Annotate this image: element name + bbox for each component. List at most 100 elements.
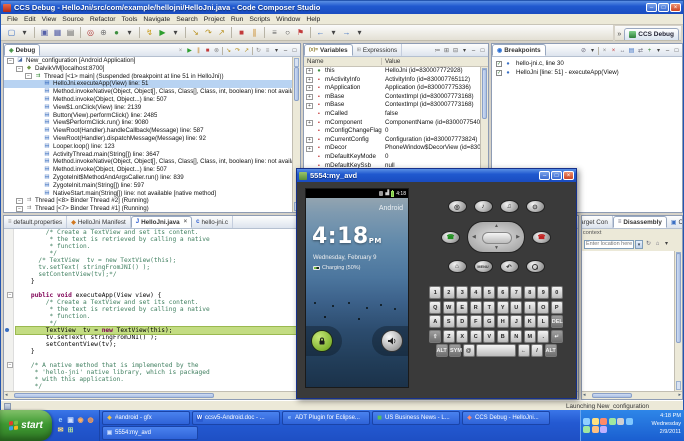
display-tray-icon[interactable] xyxy=(600,426,607,434)
variable-row[interactable]: + ▪ mBase ContextImpl (id=830007773168) xyxy=(304,101,488,110)
battery-tray-icon[interactable] xyxy=(583,426,590,434)
go-to-file-icon[interactable]: ▤ xyxy=(627,46,636,56)
minimize-view-icon[interactable]: – xyxy=(663,46,672,56)
drop-to-frame-icon[interactable]: ↻ xyxy=(254,46,263,56)
step-return-icon[interactable]: ↗ xyxy=(216,27,228,39)
volume-tray-icon[interactable] xyxy=(591,417,599,425)
tree-expander-icon[interactable]: + xyxy=(306,119,313,126)
debug-stack-item[interactable]: ▤ View$1.onClick(View) line: 2139 xyxy=(4,104,292,112)
scrollbar-thumb[interactable] xyxy=(676,253,681,343)
key-z[interactable]: Z xyxy=(442,329,455,343)
disassembly-hscrollbar[interactable] xyxy=(582,391,682,399)
menu-view[interactable]: View xyxy=(39,16,60,23)
speaker-icon[interactable] xyxy=(381,330,403,352)
minimize-button[interactable]: – xyxy=(539,171,550,180)
tree-expander-icon[interactable]: − xyxy=(7,57,14,64)
back-dropdown-icon[interactable]: ▾ xyxy=(328,27,340,39)
key-alt-right[interactable]: ALT xyxy=(544,344,557,357)
terminate-icon[interactable]: ■ xyxy=(236,27,248,39)
key-1[interactable]: 1 xyxy=(429,286,442,299)
tree-expander-icon[interactable]: + xyxy=(306,94,313,101)
key-9[interactable]: 9 xyxy=(537,286,550,299)
tree-expander-icon[interactable]: − xyxy=(16,65,23,72)
view-menu-icon[interactable]: ▾ xyxy=(272,46,281,56)
menu-file[interactable]: File xyxy=(4,16,21,23)
gutter-cell[interactable] xyxy=(4,257,13,264)
maximize-button[interactable]: □ xyxy=(658,3,669,12)
editor-tab-hello-jni-c[interactable]: c hello-jni.c xyxy=(192,216,234,228)
debug-stack-item[interactable]: − ⇉ Thread [<8> Binder Thread #2] (Running… xyxy=(4,197,292,205)
debug-stack-item[interactable]: ▤ ActivityThread.main(String[]) line: 364… xyxy=(4,151,292,159)
volume-up-button[interactable]: ♫ xyxy=(499,200,519,213)
maximize-view-icon[interactable]: □ xyxy=(290,46,299,56)
variable-row[interactable]: + ▪ mActivityInfo ActivityInfo (id=83000776… xyxy=(304,76,488,85)
sync-tray-icon[interactable] xyxy=(591,426,599,434)
messenger-tray-icon[interactable] xyxy=(625,417,633,425)
gutter-cell[interactable] xyxy=(4,369,13,376)
link-with-debug-icon[interactable]: ⇄ xyxy=(636,46,645,56)
key-u[interactable]: U xyxy=(510,300,523,314)
debug-stack-item[interactable]: − ⇉ Thread [<7> Binder Thread #1] (Running… xyxy=(4,205,292,212)
view-menu-icon[interactable]: ▾ xyxy=(662,239,671,249)
dpad[interactable]: ▲ ▼ ◀ ▶ xyxy=(467,221,525,253)
gutter-cell[interactable] xyxy=(4,306,13,313)
taskbar-button[interactable]: ◼ US Business News - L... xyxy=(372,411,460,425)
debug-dropdown-icon[interactable]: ▾ xyxy=(124,27,136,39)
variable-row[interactable]: + ▪ mCurrentConfig Configuration (id=830007… xyxy=(304,136,488,145)
show-desktop-icon[interactable]: ▣ xyxy=(66,416,75,425)
phone-screen[interactable]: ▟ 4:18 Android 4:18PM Wednesday, Februar… xyxy=(305,188,409,388)
gutter-cell[interactable] xyxy=(4,348,13,355)
scrollbar-thumb[interactable] xyxy=(592,393,632,398)
home-button[interactable]: ⌂ xyxy=(447,260,467,273)
key-o[interactable]: O xyxy=(537,300,550,314)
breakpoint-checkbox[interactable]: ✓ xyxy=(496,60,502,67)
menu-search[interactable]: Search xyxy=(173,16,201,23)
variable-row[interactable]: + ▪ mComponent ComponentName (id=8300077540… xyxy=(304,119,488,128)
menu-source[interactable]: Source xyxy=(59,16,87,23)
minimize-button[interactable]: – xyxy=(646,3,657,12)
gutter-cell[interactable] xyxy=(4,334,13,341)
tree-expander-icon[interactable]: + xyxy=(306,76,313,83)
step-over-icon[interactable]: ↷ xyxy=(233,46,242,56)
build-icon[interactable]: ⊕ xyxy=(98,27,110,39)
search-icon[interactable]: ○ xyxy=(282,27,294,39)
key-r[interactable]: R xyxy=(469,300,482,314)
tab-console[interactable]: ▣Console xyxy=(667,216,682,228)
editor-tab-default-properties[interactable]: ≡ default.properties xyxy=(4,216,68,228)
variable-row[interactable]: +▪mCalledfalse xyxy=(304,110,488,119)
key-.[interactable]: . xyxy=(537,329,550,343)
key-del[interactable]: DEL xyxy=(550,315,563,328)
media-player-icon[interactable]: ◉ xyxy=(76,416,85,425)
debug-stack-item[interactable]: ▤ Method.invoke(Object, Object...) line: … xyxy=(4,96,292,104)
tab-target-con[interactable]: ⊙Target Con xyxy=(582,216,613,228)
key-left[interactable]: ← xyxy=(517,344,530,357)
maximize-view-icon[interactable]: □ xyxy=(672,46,681,56)
gutter-cell[interactable] xyxy=(4,341,13,348)
debug-stack-item[interactable]: − ◆ DalvikVM[localhost:8700] xyxy=(4,65,292,73)
show-logical-structure-icon[interactable]: ⊞ xyxy=(442,46,451,56)
menu-tools[interactable]: Tools xyxy=(119,16,141,23)
lock-icon[interactable] xyxy=(311,330,333,352)
step-over-icon[interactable]: ↷ xyxy=(203,27,215,39)
key-f[interactable]: F xyxy=(469,315,482,328)
key-p[interactable]: P xyxy=(550,300,563,314)
internet-explorer-icon[interactable]: e xyxy=(56,416,65,425)
back-button[interactable]: ↶ xyxy=(499,260,519,273)
debug-stack-item[interactable]: ▤ Looper.loop() line: 123 xyxy=(4,143,292,151)
menu-edit[interactable]: Edit xyxy=(21,16,39,23)
new-icon[interactable]: ▢ xyxy=(6,27,18,39)
explorer-icon[interactable]: ⊞ xyxy=(66,426,75,435)
flash-icon[interactable]: ↯ xyxy=(144,27,156,39)
new-target-configuration-icon[interactable]: ◎ xyxy=(85,27,97,39)
menu-help[interactable]: Help xyxy=(303,16,323,23)
gutter-cell[interactable] xyxy=(4,250,13,257)
emulator-window[interactable]: 5554:my_avd – □ × ▟ 4:18 Android 4:18PM We… xyxy=(296,168,577,399)
disassembly-vscrollbar[interactable] xyxy=(674,251,682,391)
terminate-icon[interactable]: ■ xyxy=(203,46,212,56)
menu-run[interactable]: Run xyxy=(228,16,246,23)
gutter-cell[interactable]: − xyxy=(4,362,13,369)
perspective-ccs-debug[interactable]: CCS Debug xyxy=(624,28,679,40)
debug-stack-item[interactable]: ▤ ViewRoot(Handler).handleCallback(Messag… xyxy=(4,127,292,135)
sound-slider[interactable] xyxy=(372,326,408,356)
use-step-filters-icon[interactable]: ≡ xyxy=(263,46,272,56)
